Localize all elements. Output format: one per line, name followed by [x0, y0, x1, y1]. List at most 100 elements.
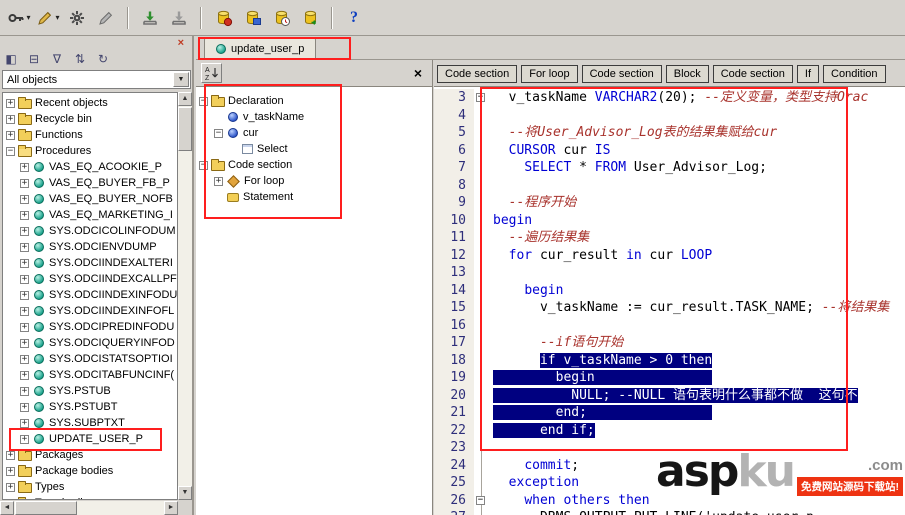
tree-item-sys-odciindexinfodu[interactable]: + SYS.ODCIINDEXINFODU — [3, 287, 177, 303]
tree-item-type-bodies[interactable]: + Type bodies — [3, 495, 177, 499]
collapse-icon[interactable]: − — [214, 128, 223, 138]
expand-icon[interactable]: + — [20, 290, 29, 300]
code-line-15[interactable]: 15 v_taskName := cur_result.TASK_NAME; -… — [434, 299, 905, 317]
code-line-3[interactable]: 3− v_taskName VARCHAR2(20); --定义变量，类型支持O… — [434, 89, 905, 107]
db-execute-icon[interactable] — [297, 5, 323, 31]
tree-item-sys-pstubt[interactable]: + SYS.PSTUBT — [3, 399, 177, 415]
expand-icon[interactable]: + — [20, 386, 29, 396]
tree-item-package-bodies[interactable]: + Package bodies — [3, 463, 177, 479]
expand-icon[interactable]: + — [20, 242, 29, 252]
db-session-icon[interactable] — [210, 5, 236, 31]
refresh-icon[interactable]: ↻ — [95, 51, 111, 67]
tree-item-sys-odciindexinfofl[interactable]: + SYS.ODCIINDEXINFOFL — [3, 303, 177, 319]
expand-icon[interactable]: + — [20, 354, 29, 364]
tree-item-code-section[interactable]: − Code section — [196, 157, 432, 173]
expand-icon[interactable]: + — [20, 162, 29, 172]
scrollbar-thumb[interactable] — [178, 107, 192, 151]
path-button-condition-6[interactable]: Condition — [823, 65, 886, 83]
code-line-14[interactable]: 14 begin — [434, 281, 905, 299]
code-line-19[interactable]: 19 begin — [434, 369, 905, 387]
expand-icon[interactable]: + — [6, 482, 15, 492]
sort-az-button[interactable]: A Z — [201, 63, 222, 83]
expand-icon[interactable]: + — [6, 466, 15, 476]
code-line-9[interactable]: 9 --程序开始 — [434, 194, 905, 212]
tree-item-vas-eq-buyer-fb-p[interactable]: + VAS_EQ_BUYER_FB_P — [3, 175, 177, 191]
path-button-code-section-4[interactable]: Code section — [712, 65, 793, 83]
db-sql-window-icon[interactable] — [239, 5, 265, 31]
tree-item-select[interactable]: Select — [196, 141, 432, 157]
code-line-18[interactable]: 18 if v_taskName > 0 then — [434, 351, 905, 369]
path-button-block-3[interactable]: Block — [665, 65, 709, 83]
settings-gear-icon[interactable] — [64, 5, 90, 31]
code-line-8[interactable]: 8 — [434, 176, 905, 194]
tree-item-sys-odciindexcallpf[interactable]: + SYS.ODCIINDEXCALLPF — [3, 271, 177, 287]
tree-item-sys-subptxt[interactable]: + SYS.SUBPTXT — [3, 415, 177, 431]
code-line-20[interactable]: 20 NULL; --NULL 语句表明什么事都不做 这句不 — [434, 386, 905, 404]
expand-icon[interactable]: + — [20, 434, 29, 444]
save-all-icon[interactable] — [166, 5, 192, 31]
path-button-if-5[interactable]: If — [796, 65, 820, 83]
edit-pen-icon[interactable] — [93, 5, 119, 31]
expand-icon[interactable]: + — [20, 306, 29, 316]
code-line-7[interactable]: 7 SELECT * FROM User_Advisor_Log; — [434, 159, 905, 177]
expand-icon[interactable]: + — [20, 418, 29, 428]
chevron-down-icon[interactable]: ▼ — [173, 72, 189, 87]
collapse-all-icon[interactable]: ⊟ — [26, 51, 42, 67]
filter-icon[interactable]: ∇ — [49, 51, 65, 67]
tree-item-recent-objects[interactable]: + Recent objects — [3, 95, 177, 111]
structure-close-button[interactable]: × — [409, 65, 427, 81]
tree-item-sys-odcicolinfodum[interactable]: + SYS.ODCICOLINFODUM — [3, 223, 177, 239]
code-line-10[interactable]: 10 begin — [434, 211, 905, 229]
code-line-6[interactable]: 6 CURSOR cur IS — [434, 141, 905, 159]
help-icon[interactable]: ? — [341, 5, 367, 31]
object-tree-horizontal-scrollbar[interactable]: ◄ ► — [0, 501, 178, 515]
expand-icon[interactable]: + — [6, 450, 15, 460]
code-line-5[interactable]: 5 --将User_Advisor_Log表的结果集赋给cur — [434, 124, 905, 142]
path-button-code-section-0[interactable]: Code section — [437, 65, 518, 83]
expand-icon[interactable]: + — [6, 498, 15, 499]
collapse-icon[interactable]: − — [199, 96, 208, 106]
scroll-up-icon[interactable]: ▲ — [178, 92, 192, 106]
tree-item-sys-odcienvdump[interactable]: + SYS.ODCIENVDUMP — [3, 239, 177, 255]
expand-icon[interactable]: + — [20, 178, 29, 188]
expand-icon[interactable]: + — [20, 370, 29, 380]
scroll-right-icon[interactable]: ► — [164, 501, 178, 515]
object-tree-vertical-scrollbar[interactable]: ▲ ▼ — [178, 92, 192, 500]
tree-item-statement[interactable]: Statement — [196, 189, 432, 205]
expand-icon[interactable]: + — [6, 98, 15, 108]
tree-item-v-taskname[interactable]: v_taskName — [196, 109, 432, 125]
tree-item-sys-pstub[interactable]: + SYS.PSTUB — [3, 383, 177, 399]
tree-item-functions[interactable]: + Functions — [3, 127, 177, 143]
collapse-icon[interactable]: − — [199, 160, 208, 170]
path-button-code-section-2[interactable]: Code section — [581, 65, 662, 83]
fold-collapse-icon[interactable]: − — [476, 93, 485, 102]
session-key-icon[interactable]: ▾ — [6, 5, 32, 31]
object-filter-combo[interactable]: All objects ▼ — [2, 70, 191, 89]
tree-item-vas-eq-marketing-i[interactable]: + VAS_EQ_MARKETING_I — [3, 207, 177, 223]
sort-objects-icon[interactable]: ⇅ — [72, 51, 88, 67]
fold-collapse-icon[interactable]: − — [476, 495, 485, 505]
expand-icon[interactable]: + — [214, 176, 223, 186]
tree-item-procedures[interactable]: − Procedures — [3, 143, 177, 159]
code-line-16[interactable]: 16 — [434, 316, 905, 334]
browser-close-icon[interactable]: × — [178, 38, 184, 49]
collapse-icon[interactable]: − — [6, 146, 15, 156]
expand-icon[interactable]: + — [20, 258, 29, 268]
tree-item-cur[interactable]: − cur — [196, 125, 432, 141]
expand-icon[interactable]: + — [20, 194, 29, 204]
scroll-down-icon[interactable]: ▼ — [178, 486, 192, 500]
expand-icon[interactable]: + — [20, 322, 29, 332]
db-commit-icon[interactable] — [268, 5, 294, 31]
tree-item-types[interactable]: + Types — [3, 479, 177, 495]
tree-item-packages[interactable]: + Packages — [3, 447, 177, 463]
dock-panel-icon[interactable]: ◧ — [3, 51, 19, 67]
scrollbar-thumb[interactable] — [15, 501, 77, 515]
tree-item-vas-eq-acookie-p[interactable]: + VAS_EQ_ACOOKIE_P — [3, 159, 177, 175]
code-line-22[interactable]: 22 end if; — [434, 421, 905, 439]
tab-update-user-p[interactable]: update_user_p — [204, 37, 317, 59]
code-line-11[interactable]: 11 --遍历结果集 — [434, 229, 905, 247]
expand-icon[interactable]: + — [20, 226, 29, 236]
code-line-12[interactable]: 12 for cur_result in cur LOOP — [434, 246, 905, 264]
tree-item-sys-odcitabfuncinf[interactable]: + SYS.ODCITABFUNCINF( — [3, 367, 177, 383]
tree-item-declaration[interactable]: − Declaration — [196, 93, 432, 109]
